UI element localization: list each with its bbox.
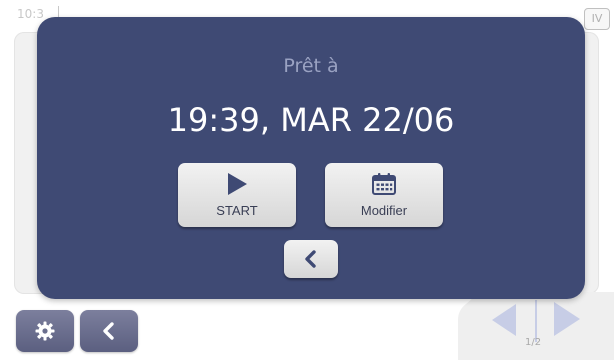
ready-dialog: Prêt à 19:39, MAR 22/06 START Modifier — [37, 17, 585, 299]
start-button[interactable]: START — [178, 163, 296, 227]
chevron-left-icon — [305, 250, 316, 268]
dialog-back-button[interactable] — [284, 240, 338, 278]
gear-icon — [35, 321, 55, 341]
settings-button[interactable] — [16, 310, 74, 352]
play-icon — [178, 171, 296, 197]
back-button[interactable] — [80, 310, 138, 352]
dialog-title: Prêt à — [283, 55, 339, 77]
modify-button[interactable]: Modifier — [325, 163, 443, 227]
modify-label: Modifier — [360, 203, 408, 218]
chevron-left-icon — [103, 322, 114, 340]
scheduled-datetime: 19:39, MAR 22/06 — [167, 101, 455, 139]
calendar-icon — [325, 171, 443, 197]
start-label: START — [216, 203, 258, 218]
page-navigation-plate — [458, 292, 614, 360]
clock-text: 10:3 — [17, 7, 44, 21]
mode-badge: IV — [584, 8, 610, 30]
page-indicator: 1/2 — [525, 337, 542, 348]
page-navigation: 1/2 — [458, 292, 614, 360]
